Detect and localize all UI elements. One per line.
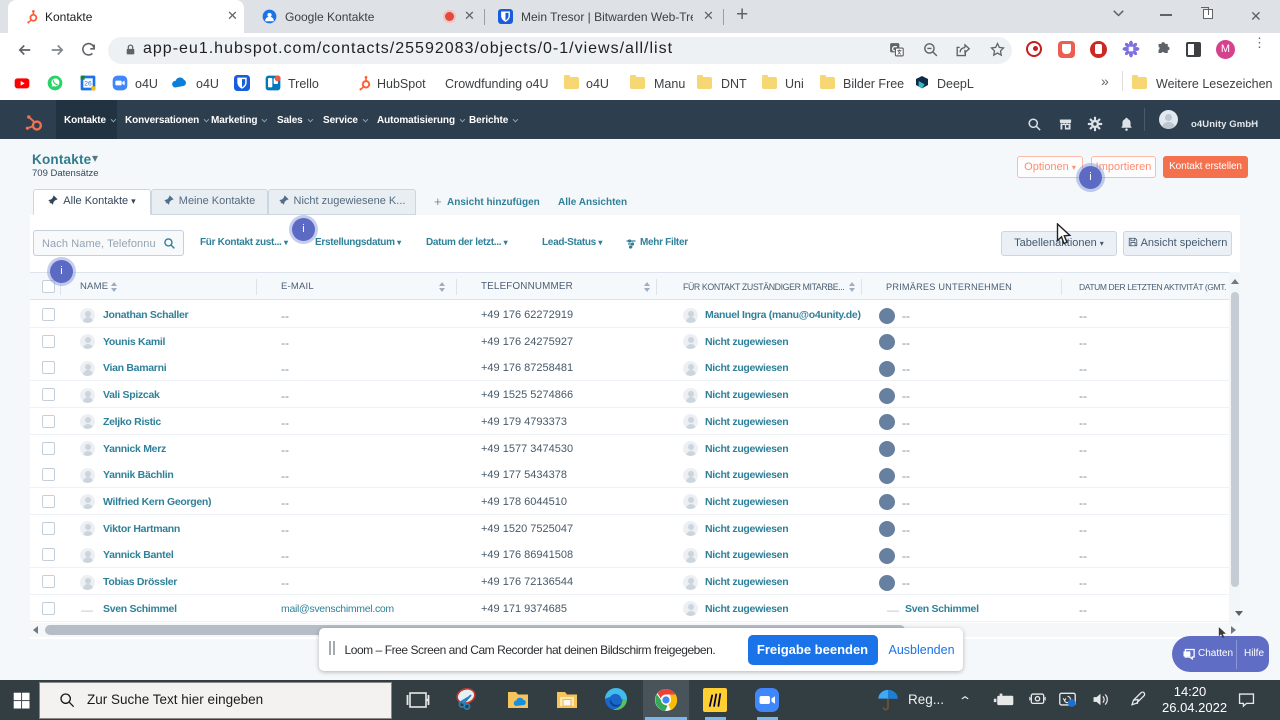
svg-text:26: 26 [84, 81, 92, 88]
